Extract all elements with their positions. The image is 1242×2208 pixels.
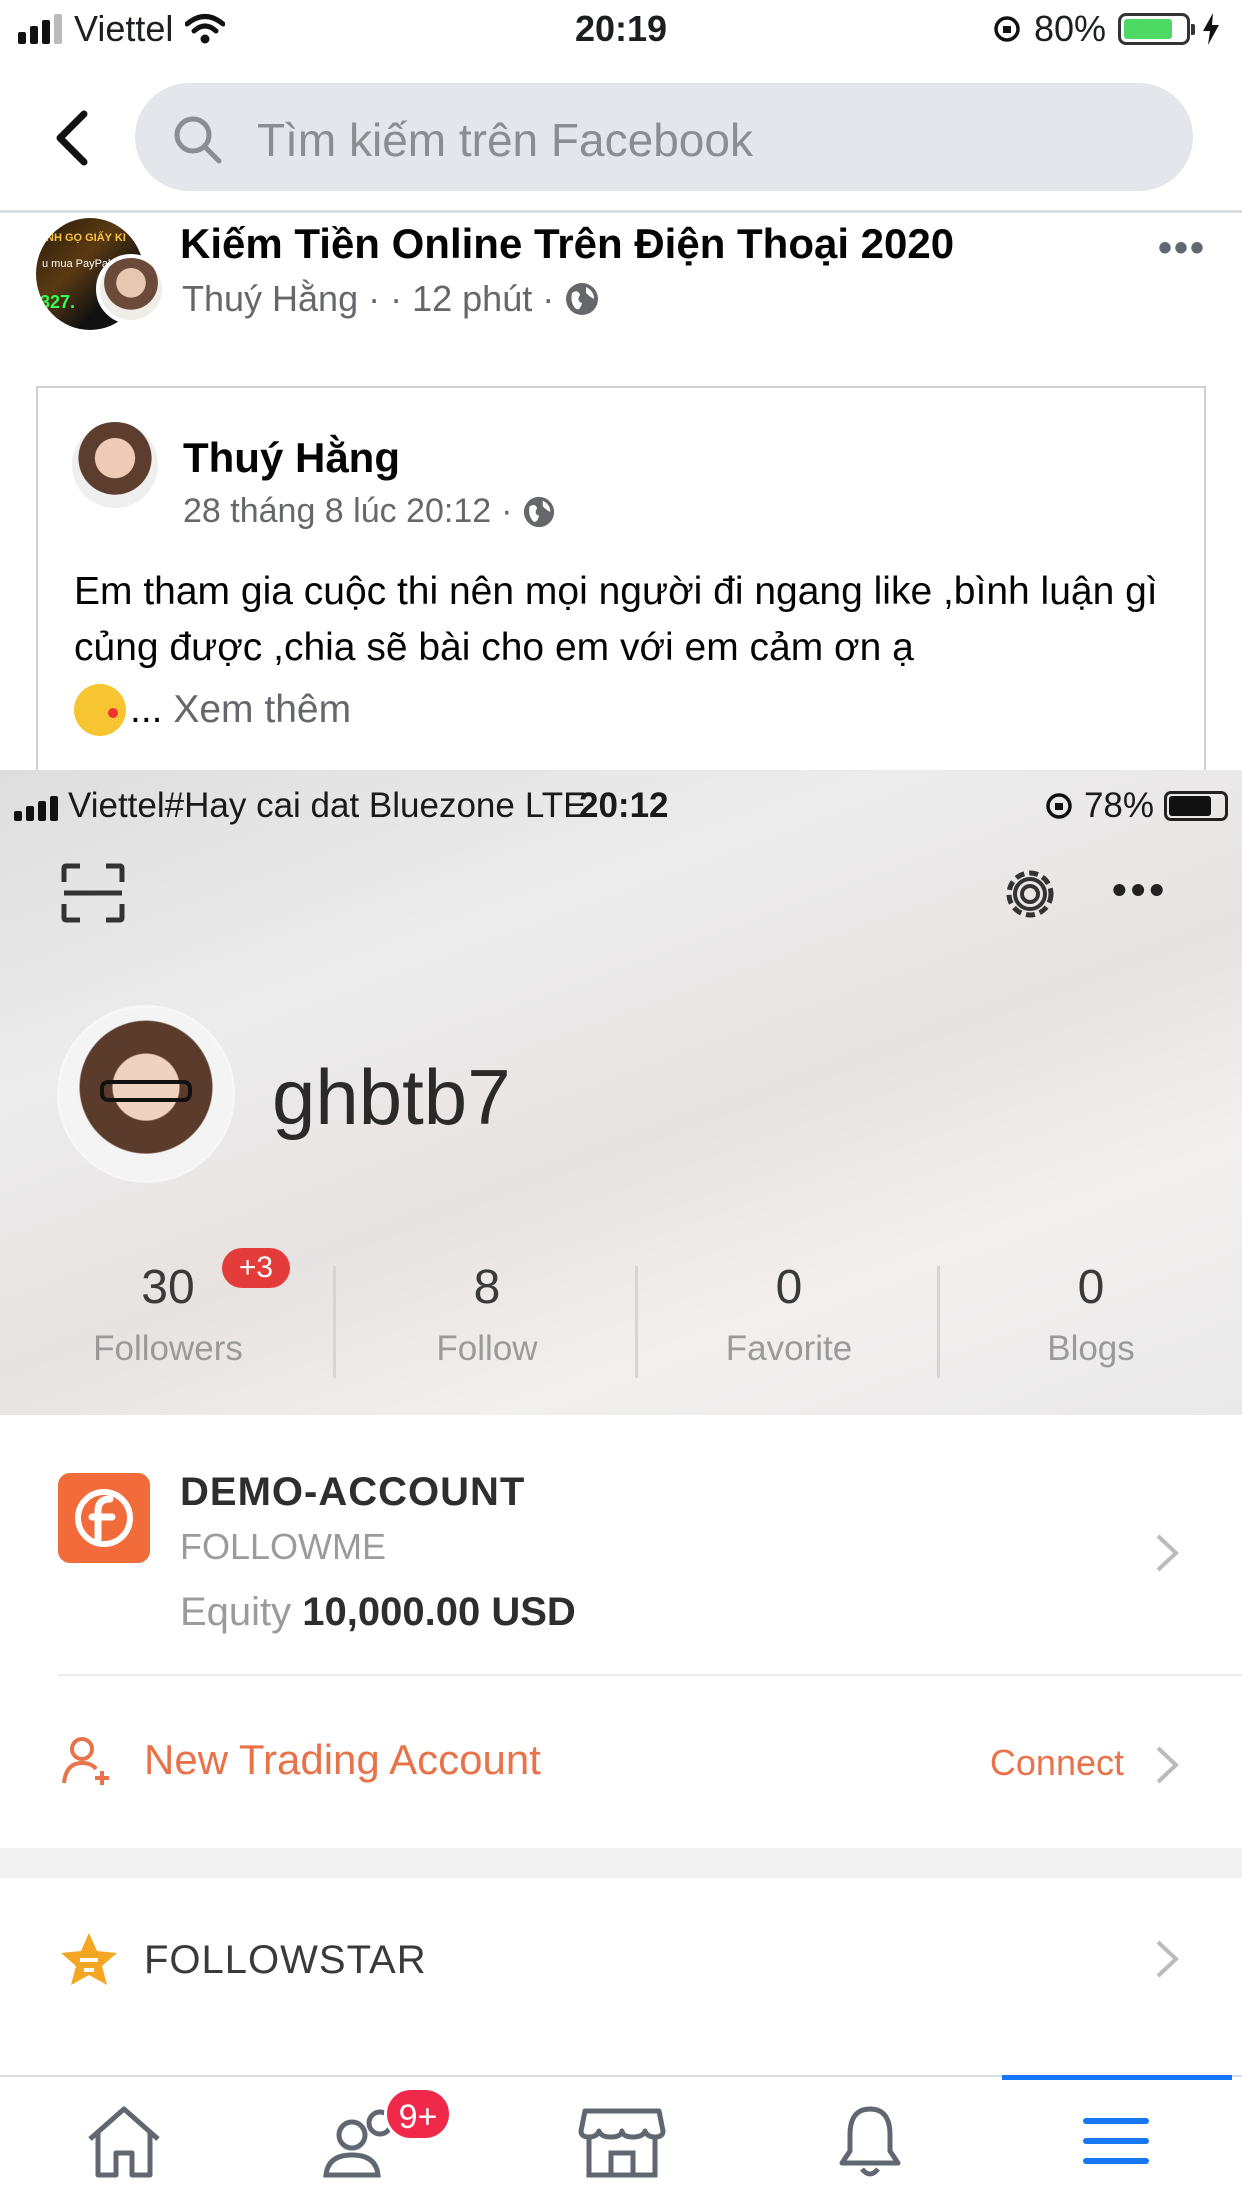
author-avatar[interactable] (96, 254, 166, 324)
shared-post-meta: 28 tháng 8 lúc 20:12 · (183, 492, 556, 531)
see-more-link[interactable]: Xem thêm (173, 688, 351, 732)
stat-value: 8 (473, 1261, 501, 1314)
shared-author-name[interactable]: Thuý Hằng (183, 434, 400, 482)
profile-stats: 30 Followers +3 8 Follow 0 Favorite 0 Bl… (0, 1248, 1242, 1378)
account-equity: Equity 10,000.00 USD (180, 1590, 576, 1635)
post-meta: Thuý Hằng · · 12 phút · (182, 278, 600, 320)
bottom-tab-bar: 9+ (0, 2075, 1242, 2208)
status-bar: Viettel 20:19 80% (0, 0, 1242, 62)
shared-post-date[interactable]: 28 tháng 8 lúc 20:12 (183, 492, 491, 531)
stat-label: Blogs (1047, 1329, 1135, 1368)
photo-status-right: 78% (1044, 786, 1228, 826)
scan-icon[interactable] (60, 862, 126, 924)
add-user-icon (62, 1737, 109, 1785)
row-divider (58, 1674, 1242, 1676)
stat-value: 0 (775, 1261, 803, 1314)
stat-value: 0 (1077, 1261, 1105, 1314)
more-icon[interactable]: ••• (1112, 866, 1168, 914)
orientation-lock-icon (994, 16, 1020, 42)
star-icon (61, 1933, 117, 1985)
avatar-detail (100, 1080, 192, 1102)
gear-icon[interactable] (998, 862, 1062, 926)
search-input[interactable]: Tìm kiếm trên Facebook (135, 83, 1193, 191)
ellipsis: ... (130, 688, 163, 731)
chevron-right-icon[interactable] (1154, 1532, 1180, 1574)
account-title[interactable]: DEMO-ACCOUNT (180, 1470, 525, 1515)
stat-followers[interactable]: 30 Followers +3 (0, 1248, 336, 1378)
post-more-button[interactable]: ••• (1158, 226, 1206, 271)
photo-network: LTE (524, 786, 587, 825)
chevron-right-icon[interactable] (1154, 1938, 1180, 1980)
post-time[interactable]: 12 phút (412, 278, 532, 320)
notifications-icon (839, 2106, 901, 2177)
tab-home[interactable] (74, 2101, 174, 2191)
orientation-lock-icon (1046, 793, 1072, 819)
status-right: 80% (992, 8, 1220, 50)
photo-clock: 20:12 (579, 786, 669, 825)
post-header: NH GỌ GIẤY KI u mua PayPal 327. Kiếm Tiề… (0, 212, 1242, 342)
group-avatar-text: 327. (40, 292, 76, 312)
search-header: Tìm kiếm trên Facebook (0, 80, 1242, 192)
stat-label: Follow (436, 1329, 538, 1368)
meta-separator: · (368, 278, 381, 319)
photo-battery-percent: 78% (1083, 786, 1154, 825)
battery-percent: 80% (1033, 8, 1106, 49)
username: ghbtb7 (272, 1053, 511, 1141)
stat-blogs[interactable]: 0 Blogs (940, 1248, 1242, 1378)
group-avatar-text: NH GỌ GIẤY KI (46, 232, 126, 244)
stat-follow[interactable]: 8 Follow (336, 1248, 638, 1378)
meta-separator: · (390, 278, 403, 319)
friends-badge: 9+ (384, 2087, 452, 2141)
search-placeholder: Tìm kiếm trên Facebook (257, 114, 753, 166)
battery-icon (1118, 13, 1195, 45)
followme-logo-icon (58, 1473, 150, 1563)
photo-status-bar: Viettel#Hay cai dat Bluezone LTE 20:12 7… (14, 782, 1228, 832)
kiss-emoji-icon (74, 684, 126, 736)
menu-icon (1083, 2118, 1149, 2164)
chevron-left-icon[interactable] (48, 108, 98, 168)
photo-carrier: Viettel#Hay cai dat Bluezone (68, 786, 515, 825)
signal-icon (14, 791, 58, 821)
stat-favorite[interactable]: 0 Favorite (638, 1248, 940, 1378)
stat-label: Followers (93, 1329, 243, 1368)
home-icon (88, 2106, 160, 2178)
globe-icon (566, 283, 599, 315)
equity-value: 10,000.00 USD (302, 1590, 576, 1634)
marketplace-icon (578, 2108, 666, 2178)
section-divider (0, 1848, 1242, 1878)
shared-post-text: Em tham gia cuộc thi nên mọi người đi ng… (74, 570, 1158, 669)
meta-separator: · (501, 492, 513, 530)
group-avatar-text: u mua PayPal (42, 258, 111, 270)
shared-author-avatar[interactable] (72, 422, 158, 508)
tab-marketplace[interactable] (572, 2101, 672, 2191)
photo-status-left: Viettel#Hay cai dat Bluezone LTE (14, 786, 586, 826)
charging-icon (1203, 13, 1219, 45)
connect-button[interactable]: Connect (990, 1742, 1124, 1784)
globe-icon (524, 496, 555, 527)
battery-icon (1164, 791, 1228, 821)
see-more-line: ... Xem thêm (74, 684, 351, 736)
equity-label: Equity (180, 1590, 292, 1634)
group-name[interactable]: Kiếm Tiền Online Trên Điện Thoại 2020 (180, 220, 954, 268)
tab-notifications[interactable] (820, 2101, 920, 2191)
followstar-link[interactable]: FOLLOWSTAR (144, 1938, 427, 1983)
meta-separator: · (542, 278, 555, 319)
post-author[interactable]: Thuý Hằng (182, 278, 358, 320)
chevron-right-icon[interactable] (1154, 1744, 1180, 1786)
new-followers-badge: +3 (222, 1248, 290, 1288)
account-subtitle: FOLLOWME (180, 1526, 387, 1567)
stat-label: Favorite (725, 1329, 853, 1368)
search-icon (174, 116, 222, 164)
tab-menu[interactable] (1066, 2101, 1166, 2191)
shared-post-card[interactable]: Thuý Hằng 28 tháng 8 lúc 20:12 · Em tham… (36, 386, 1206, 786)
post-photo[interactable]: Viettel#Hay cai dat Bluezone LTE 20:12 7… (0, 770, 1242, 2075)
profile-avatar[interactable] (60, 1008, 232, 1180)
active-tab-indicator (1002, 2075, 1232, 2080)
new-trading-account-link[interactable]: New Trading Account (144, 1736, 541, 1784)
